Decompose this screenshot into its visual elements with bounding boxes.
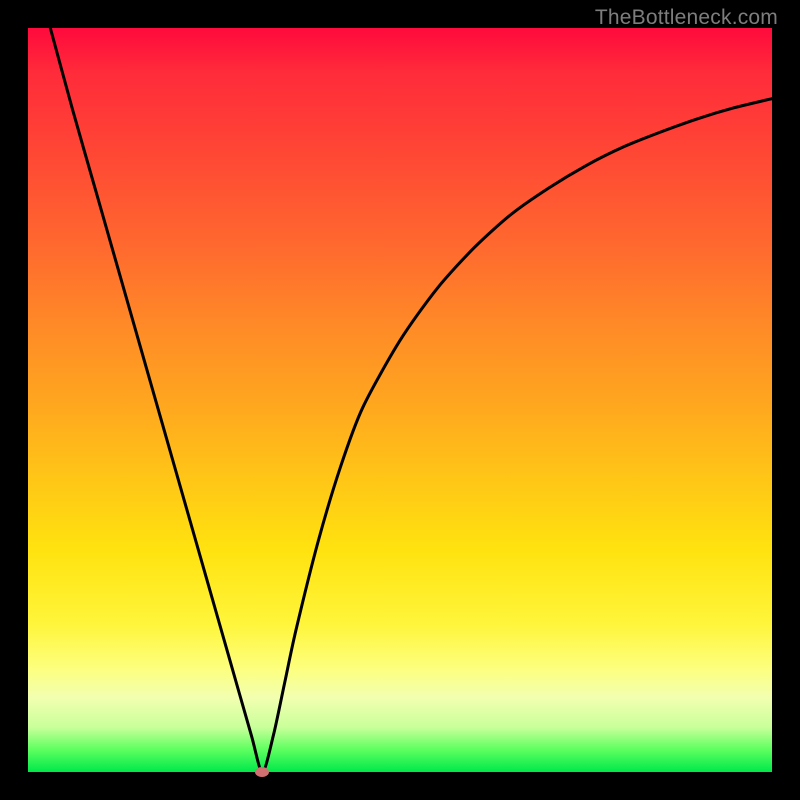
chart-frame: TheBottleneck.com [0, 0, 800, 800]
watermark-text: TheBottleneck.com [595, 6, 778, 30]
bottleneck-curve [28, 28, 772, 772]
minimum-marker [255, 767, 269, 777]
plot-area [28, 28, 772, 772]
